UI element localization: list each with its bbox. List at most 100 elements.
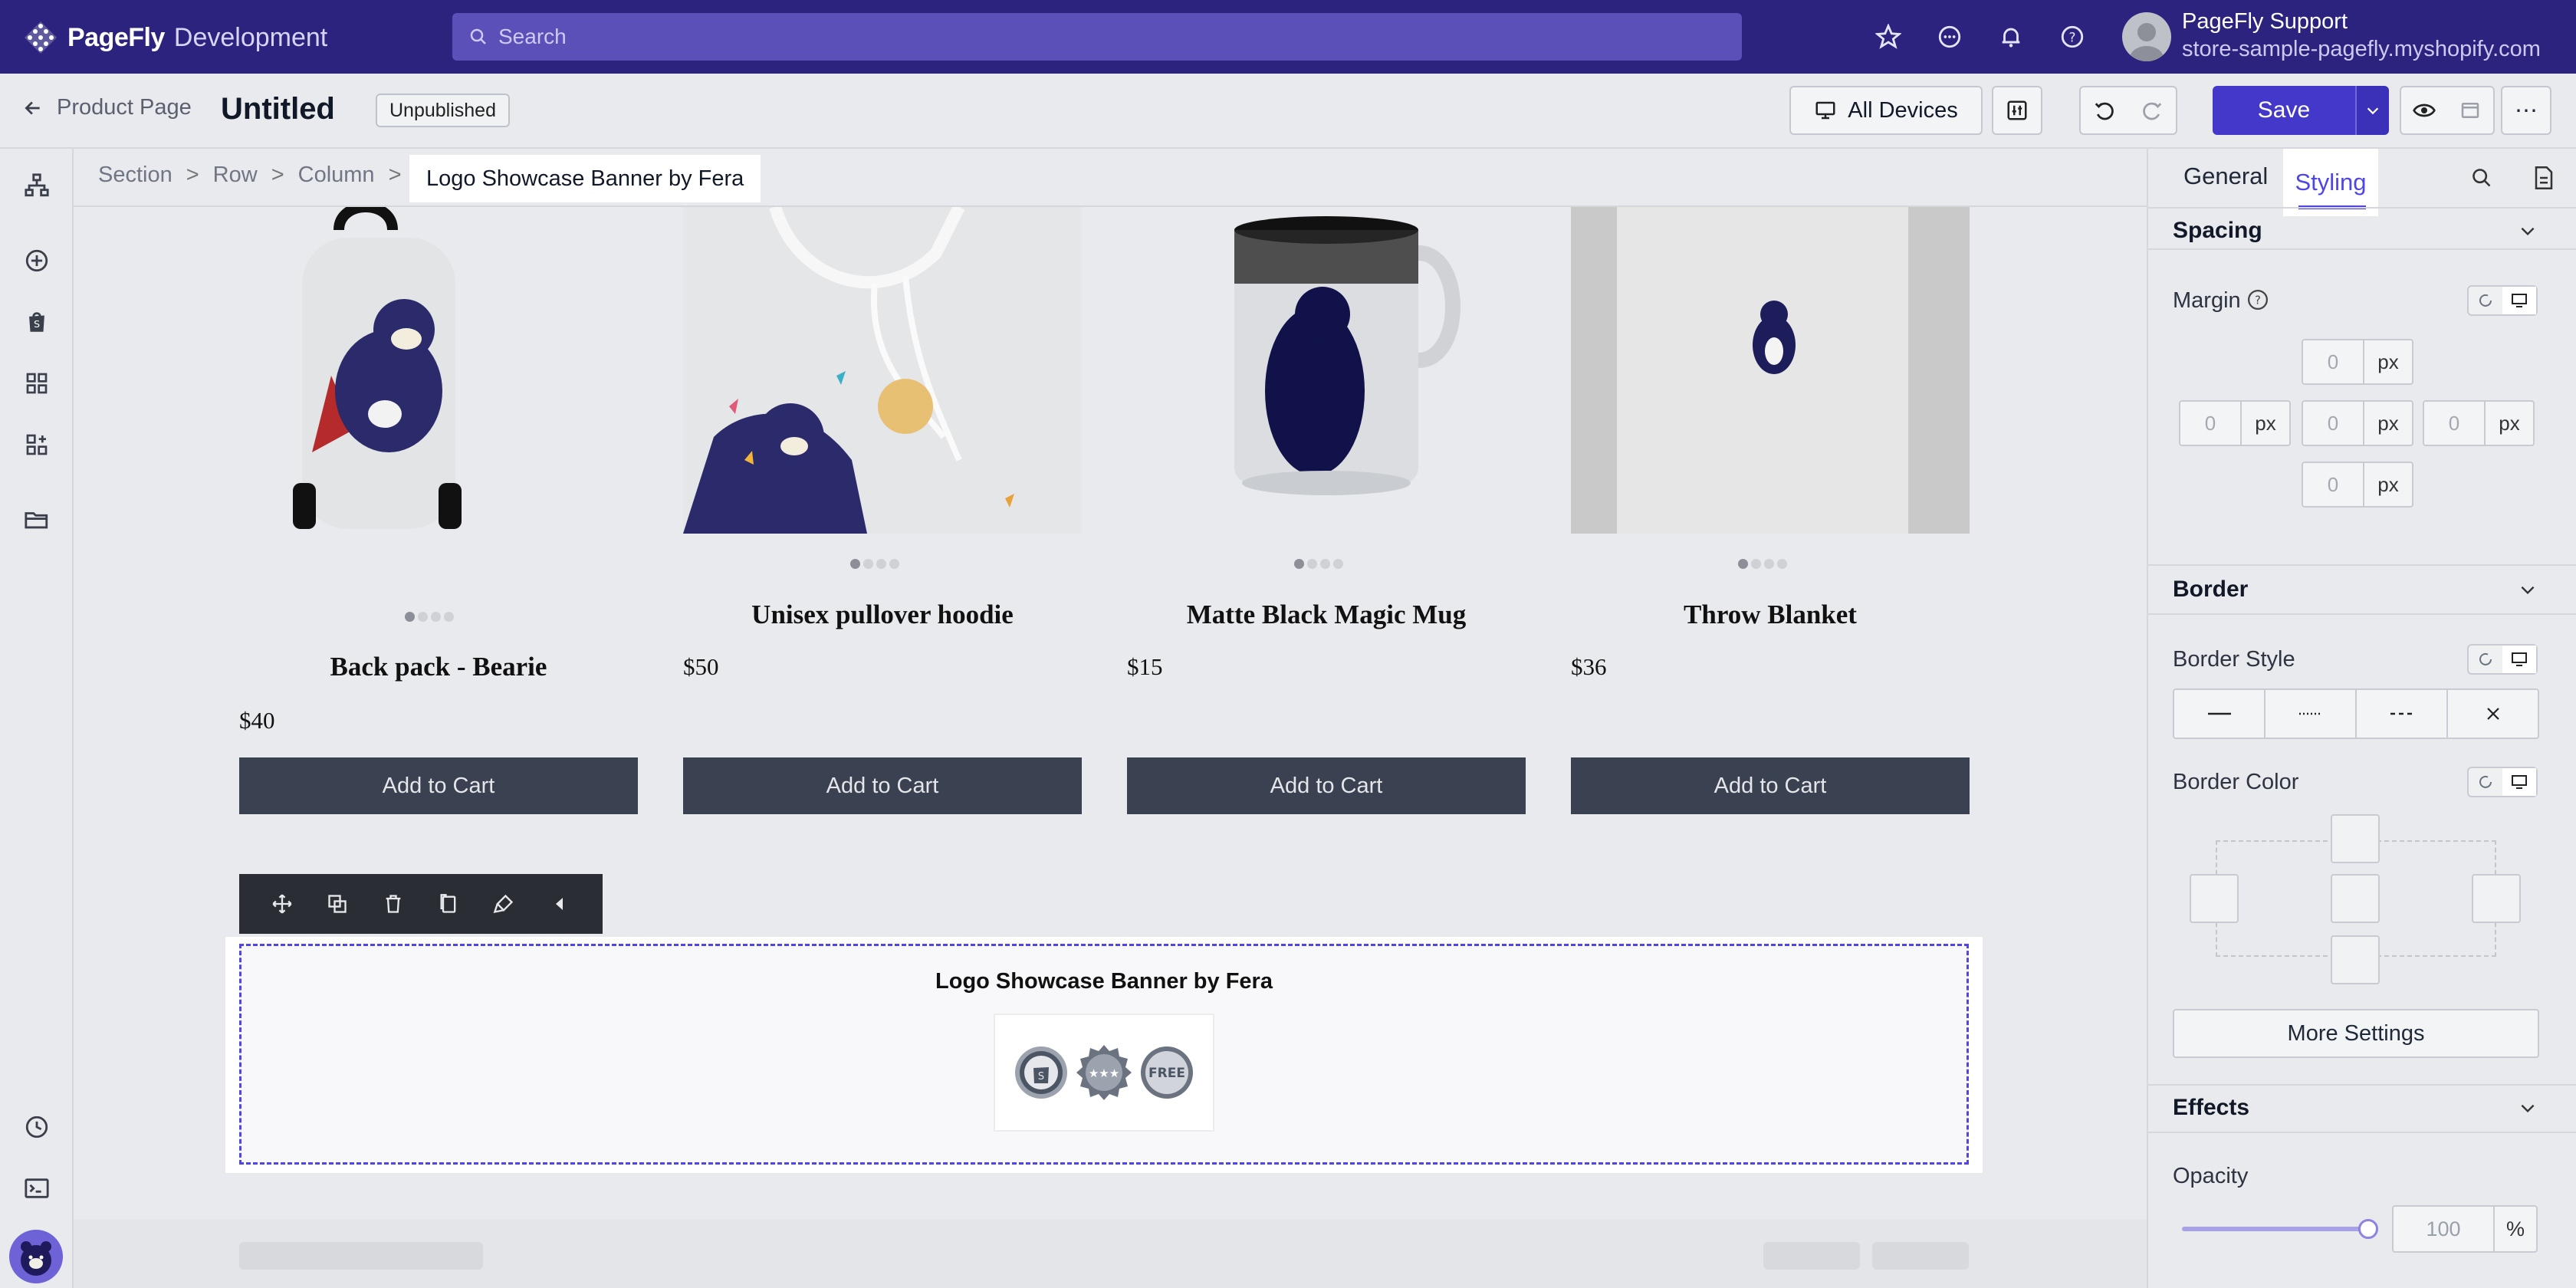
image-pagination-dots[interactable] <box>1738 559 1787 570</box>
product-image[interactable] <box>1571 207 1970 534</box>
padding-input[interactable]: 0 px <box>2302 400 2413 446</box>
opacity-value[interactable]: 100 <box>2394 1207 2495 1251</box>
user-name[interactable]: PageFly Support <box>2182 9 2348 34</box>
opacity-input[interactable]: 100 % <box>2392 1205 2538 1253</box>
pagination-dot[interactable] <box>1764 559 1774 569</box>
pagination-dot[interactable] <box>1738 559 1748 569</box>
effects-heading[interactable]: Effects <box>2173 1095 2249 1121</box>
publish-button[interactable] <box>2447 87 2493 133</box>
chat-icon[interactable] <box>1932 19 1967 54</box>
search-icon[interactable] <box>2463 164 2501 192</box>
page-title[interactable]: Untitled <box>221 92 335 127</box>
pagination-dot[interactable] <box>876 559 886 569</box>
margin-unit[interactable]: px <box>2364 340 2412 383</box>
product-name[interactable]: Throw Blanket <box>1571 600 1970 630</box>
reset-icon[interactable] <box>2469 768 2502 796</box>
history-icon[interactable] <box>20 1110 54 1144</box>
margin-unit[interactable]: px <box>2486 402 2533 445</box>
save-options-button[interactable] <box>2355 86 2389 135</box>
avatar[interactable] <box>2122 12 2171 61</box>
border-none-option[interactable] <box>2448 690 2538 738</box>
border-solid-option[interactable] <box>2174 690 2266 738</box>
more-options-button[interactable]: ⋯ <box>2501 86 2551 135</box>
pagination-dot[interactable] <box>1333 559 1343 569</box>
info-icon[interactable]: ? <box>2246 288 2269 315</box>
breadcrumb-section[interactable]: Section <box>98 163 172 188</box>
pagefly-logo[interactable]: PageFly Development <box>23 20 327 55</box>
pagefly-mascot-icon[interactable] <box>9 1230 63 1283</box>
more-settings-button[interactable]: More Settings <box>2173 1009 2539 1058</box>
collapse-toolbar-icon[interactable] <box>544 889 575 919</box>
image-pagination-dots[interactable] <box>1294 559 1343 570</box>
pagination-dot[interactable] <box>1777 559 1787 569</box>
border-color-all[interactable] <box>2331 874 2380 923</box>
product-image[interactable] <box>683 207 1082 534</box>
margin-right-input[interactable]: 0 px <box>2423 400 2535 446</box>
folder-icon[interactable] <box>20 503 54 537</box>
padding-value[interactable]: 0 <box>2303 402 2364 445</box>
save-button[interactable]: Save <box>2213 86 2355 135</box>
breadcrumb-column[interactable]: Column <box>298 163 375 188</box>
margin-bottom-input[interactable]: 0 px <box>2302 462 2413 508</box>
product-name[interactable]: Matte Black Magic Mug <box>1127 600 1526 630</box>
border-dashed-option[interactable] <box>2357 690 2448 738</box>
padding-unit[interactable]: px <box>2364 402 2412 445</box>
tab-general[interactable]: General <box>2183 163 2268 190</box>
opacity-slider-handle[interactable] <box>2358 1219 2378 1239</box>
add-to-cart-button[interactable]: Add to Cart <box>1571 757 1970 814</box>
product-name[interactable]: Unisex pullover hoodie <box>683 600 1082 630</box>
opacity-slider[interactable] <box>2182 1227 2371 1231</box>
duplicate-icon[interactable] <box>322 889 353 919</box>
chevron-down-icon[interactable] <box>2518 221 2538 245</box>
move-icon[interactable] <box>267 889 297 919</box>
add-to-cart-button[interactable]: Add to Cart <box>683 757 1082 814</box>
image-pagination-dots[interactable] <box>405 612 454 623</box>
pagination-dot[interactable] <box>405 612 415 622</box>
monitor-icon[interactable] <box>2502 287 2536 314</box>
add-to-cart-button[interactable]: Add to Cart <box>1127 757 1526 814</box>
preview-button[interactable] <box>2401 87 2447 133</box>
bell-icon[interactable] <box>1993 19 2029 54</box>
reset-icon[interactable] <box>2469 287 2502 314</box>
border-color-right[interactable] <box>2472 874 2521 923</box>
border-heading[interactable]: Border <box>2173 577 2248 603</box>
border-color-bottom[interactable] <box>2331 935 2380 984</box>
monitor-icon[interactable] <box>2502 646 2536 673</box>
pagination-dot[interactable] <box>1751 559 1761 569</box>
back-link[interactable]: Product Page <box>23 95 192 120</box>
margin-bottom-value[interactable]: 0 <box>2303 463 2364 506</box>
margin-top-input[interactable]: 0 px <box>2302 339 2413 385</box>
pagination-dot[interactable] <box>431 612 441 622</box>
help-icon[interactable]: ? <box>2055 19 2090 54</box>
pagination-dot[interactable] <box>444 612 454 622</box>
shopify-icon[interactable]: S <box>20 305 54 339</box>
undo-button[interactable] <box>2081 87 2128 133</box>
pagination-dot[interactable] <box>863 559 873 569</box>
code-terminal-icon[interactable] <box>20 1171 54 1205</box>
reset-icon[interactable] <box>2469 646 2502 673</box>
search-input[interactable]: Search <box>452 13 1742 61</box>
product-image[interactable] <box>1127 207 1526 534</box>
image-pagination-dots[interactable] <box>850 559 899 570</box>
monitor-icon[interactable] <box>2502 768 2536 796</box>
pagination-dot[interactable] <box>1320 559 1330 569</box>
page-settings-button[interactable] <box>1992 86 2042 135</box>
document-icon[interactable] <box>2527 164 2561 192</box>
pagination-dot[interactable] <box>850 559 860 569</box>
product-image[interactable] <box>239 207 638 534</box>
border-dotted-option[interactable] <box>2266 690 2357 738</box>
spacing-heading[interactable]: Spacing <box>2173 218 2262 244</box>
add-to-cart-button[interactable]: Add to Cart <box>239 757 638 814</box>
margin-unit[interactable]: px <box>2242 402 2289 445</box>
star-icon[interactable] <box>1871 19 1906 54</box>
margin-unit[interactable]: px <box>2364 463 2412 506</box>
chevron-down-icon[interactable] <box>2518 1098 2538 1122</box>
device-selector[interactable]: All Devices <box>1789 86 1983 135</box>
pagination-dot[interactable] <box>1307 559 1317 569</box>
margin-left-input[interactable]: 0 px <box>2179 400 2291 446</box>
style-brush-icon[interactable] <box>488 889 519 919</box>
border-color-top[interactable] <box>2331 814 2380 863</box>
integrations-icon[interactable] <box>20 428 54 462</box>
pagination-dot[interactable] <box>1294 559 1304 569</box>
margin-right-value[interactable]: 0 <box>2424 402 2486 445</box>
